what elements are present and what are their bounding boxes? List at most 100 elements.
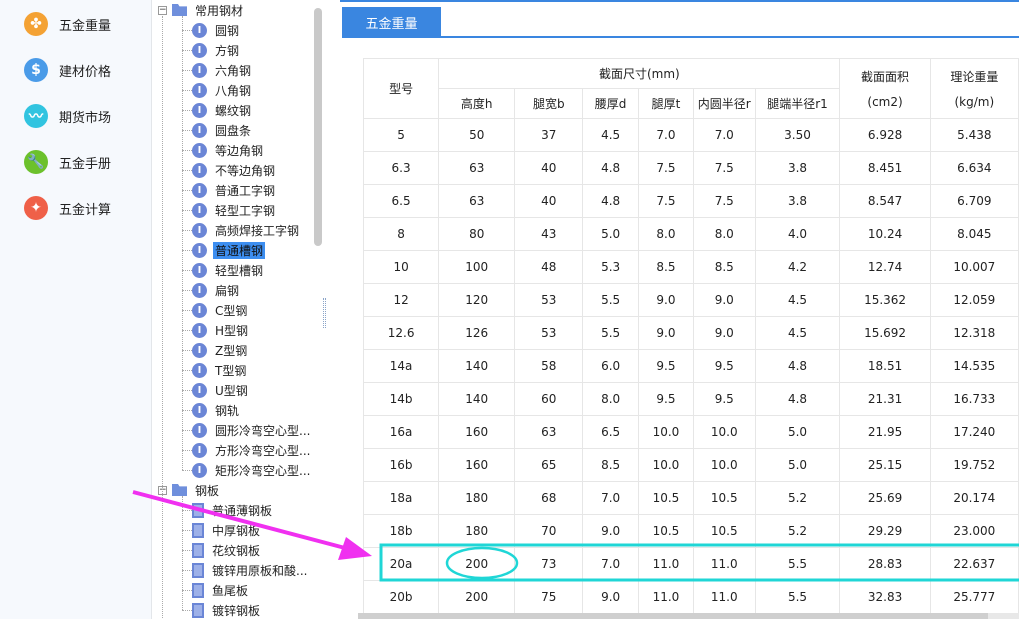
table-cell: 140 xyxy=(438,349,516,383)
table-row[interactable]: 5 50 37 4.5 7.0 7.0 3.50 6.928 5.438 xyxy=(362,118,1019,152)
table-cell: 23.000 xyxy=(929,514,1019,548)
tree-scrollbar[interactable] xyxy=(314,8,322,246)
tree-group[interactable]: − 钢板 xyxy=(158,480,221,500)
item-icon: I xyxy=(192,102,207,118)
horizontal-scrollbar[interactable] xyxy=(358,613,1019,619)
sidebar-item-4[interactable]: ✦ 五金计算 xyxy=(24,193,111,223)
sidebar-item-0[interactable]: ✤ 五金重量 xyxy=(24,9,111,39)
table-row[interactable]: 14b 140 60 8.0 9.5 9.5 4.8 21.31 16.733 xyxy=(362,382,1019,416)
tree-item[interactable]: I U型钢 xyxy=(192,380,250,400)
tree-item[interactable]: 中厚钢板 xyxy=(192,520,262,540)
table-row[interactable]: 6.5 63 40 4.8 7.5 7.5 3.8 8.547 6.709 xyxy=(362,184,1019,218)
table-cell: 63 xyxy=(438,184,516,218)
table-cell: 8.0 xyxy=(692,217,756,251)
table-row[interactable]: 16a 160 63 6.5 10.0 10.0 5.0 21.95 17.240 xyxy=(362,415,1019,449)
table-row[interactable]: 8 80 43 5.0 8.0 8.0 4.0 10.24 8.045 xyxy=(362,217,1019,251)
tree-item[interactable]: I 八角钢 xyxy=(192,80,253,100)
tree-item[interactable]: I 方形冷弯空心型... xyxy=(192,440,312,460)
sidebar-item-2[interactable]: 〰期货市场 xyxy=(24,101,111,131)
table-row[interactable]: 18b 180 70 9.0 10.5 10.5 5.2 29.29 23.000 xyxy=(362,514,1019,548)
collapse-icon[interactable]: − xyxy=(158,5,167,15)
table-cell: 21.31 xyxy=(839,382,931,416)
table-row[interactable]: 12 120 53 5.5 9.0 9.0 4.5 15.362 12.059 xyxy=(362,283,1019,317)
table-cell: 6.928 xyxy=(839,118,931,152)
table-cell: 14.535 xyxy=(929,349,1019,383)
tree-item[interactable]: 鱼尾板 xyxy=(192,580,250,600)
tree-item-label: U型钢 xyxy=(215,383,248,398)
tree-item[interactable]: I 高频焊接工字钢 xyxy=(192,220,301,240)
sidebar-item-3[interactable]: 🔧 五金手册 xyxy=(24,147,111,177)
dollar-icon: $ xyxy=(24,58,48,82)
tree-item[interactable]: I 不等边角钢 xyxy=(192,160,277,180)
table-cell: 16b xyxy=(362,448,440,482)
item-icon: I xyxy=(192,382,207,398)
tree-group[interactable]: − 常用钢材 xyxy=(158,0,245,20)
item-icon: I xyxy=(192,242,207,258)
table-cell: 28.83 xyxy=(839,547,931,581)
table-row[interactable]: 16b 160 65 8.5 10.0 10.0 5.0 25.15 19.752 xyxy=(362,448,1019,482)
tree-item-label: 轻型槽钢 xyxy=(215,263,264,278)
item-icon: I xyxy=(192,202,207,218)
table-row[interactable]: 14a 140 58 6.0 9.5 9.5 4.8 18.51 14.535 xyxy=(362,349,1019,383)
tree-item[interactable]: I 等边角钢 xyxy=(192,140,265,160)
tree-item[interactable]: I 圆钢 xyxy=(192,20,241,40)
tree-item[interactable]: I Z型钢 xyxy=(192,340,249,360)
table-cell: 15.362 xyxy=(839,283,931,317)
table-cell: 9.5 xyxy=(637,382,694,416)
table-cell: 60 xyxy=(514,382,584,416)
tree-item[interactable]: 普通薄钢板 xyxy=(192,500,274,520)
header-weight: 理论重量 (kg/m) xyxy=(929,58,1019,119)
main-panel: 五金重量 型号 截面尺寸(mm) 截面面积 (cm2) 理论重量 (kg/m) 高度… xyxy=(326,0,1019,619)
table-row[interactable]: 20b 200 75 9.0 11.0 11.0 5.5 32.83 25.777 xyxy=(362,580,1019,614)
scrollbar-thumb[interactable] xyxy=(358,613,988,619)
tree-item[interactable]: 镀锌钢板 xyxy=(192,600,262,619)
table-cell: 37 xyxy=(514,118,584,152)
table-row[interactable]: 10 100 48 5.3 8.5 8.5 4.2 12.74 10.007 xyxy=(362,250,1019,284)
tree-item[interactable]: 花纹钢板 xyxy=(192,540,262,560)
tree-item[interactable]: 镀锌用原板和酸... xyxy=(192,560,309,580)
table-row[interactable]: 20a 200 73 7.0 11.0 11.0 5.5 28.83 22.637 xyxy=(362,547,1019,581)
table-cell: 10.5 xyxy=(637,514,694,548)
table-row[interactable]: 18a 180 68 7.0 10.5 10.5 5.2 25.69 20.174 xyxy=(362,481,1019,515)
tree-item[interactable]: I 六角钢 xyxy=(192,60,253,80)
tree-item[interactable]: I 圆盘条 xyxy=(192,120,253,140)
tree-item[interactable]: I 普通工字钢 xyxy=(192,180,277,200)
subheader: 内圆半径r xyxy=(692,88,756,119)
subheader: 腿宽b xyxy=(514,88,584,119)
tree-item[interactable]: I 轻型槽钢 xyxy=(192,260,265,280)
tree-item[interactable]: I 圆形冷弯空心型... xyxy=(192,420,312,440)
table-cell: 7.5 xyxy=(637,151,694,185)
table-cell: 9.5 xyxy=(692,382,756,416)
item-icon: I xyxy=(192,122,207,138)
tree-item-label: 圆盘条 xyxy=(215,123,252,138)
tree-item[interactable]: I C型钢 xyxy=(192,300,249,320)
table-cell: 8.5 xyxy=(692,250,756,284)
subheader: 腿端半径r1 xyxy=(754,88,841,119)
tree-item[interactable]: I 钢轨 xyxy=(192,400,241,420)
table-cell: 126 xyxy=(438,316,516,350)
table-row[interactable]: 12.6 126 53 5.5 9.0 9.0 4.5 15.692 12.318 xyxy=(362,316,1019,350)
tree-item-label: 镀锌钢板 xyxy=(212,603,261,618)
tree-item[interactable]: I H型钢 xyxy=(192,320,250,340)
top-border xyxy=(340,0,1019,2)
tree-item[interactable]: I 矩形冷弯空心型... xyxy=(192,460,312,480)
table-cell: 5.0 xyxy=(754,448,841,482)
table-cell: 4.8 xyxy=(582,151,639,185)
table-row[interactable]: 6.3 63 40 4.8 7.5 7.5 3.8 8.451 6.634 xyxy=(362,151,1019,185)
sidebar-item-1[interactable]: $ 建材价格 xyxy=(24,55,111,85)
tree-item[interactable]: I 扁钢 xyxy=(192,280,241,300)
table-cell: 6.5 xyxy=(362,184,440,218)
item-icon: I xyxy=(192,362,207,378)
table-cell: 8.5 xyxy=(637,250,694,284)
table-cell: 8.5 xyxy=(582,448,639,482)
tree-item-label: 不等边角钢 xyxy=(215,163,276,178)
table-cell: 14b xyxy=(362,382,440,416)
tab-hardware-weight[interactable]: 五金重量 xyxy=(342,7,441,37)
folder-icon xyxy=(172,4,187,16)
table-cell: 3.8 xyxy=(754,184,841,218)
tree-item[interactable]: I 轻型工字钢 xyxy=(192,200,277,220)
tree-item[interactable]: I T型钢 xyxy=(192,360,248,380)
tree-item[interactable]: I 方钢 xyxy=(192,40,241,60)
tree-item[interactable]: I 螺纹钢 xyxy=(192,100,253,120)
tree-item[interactable]: I 普通槽钢 xyxy=(192,240,266,260)
